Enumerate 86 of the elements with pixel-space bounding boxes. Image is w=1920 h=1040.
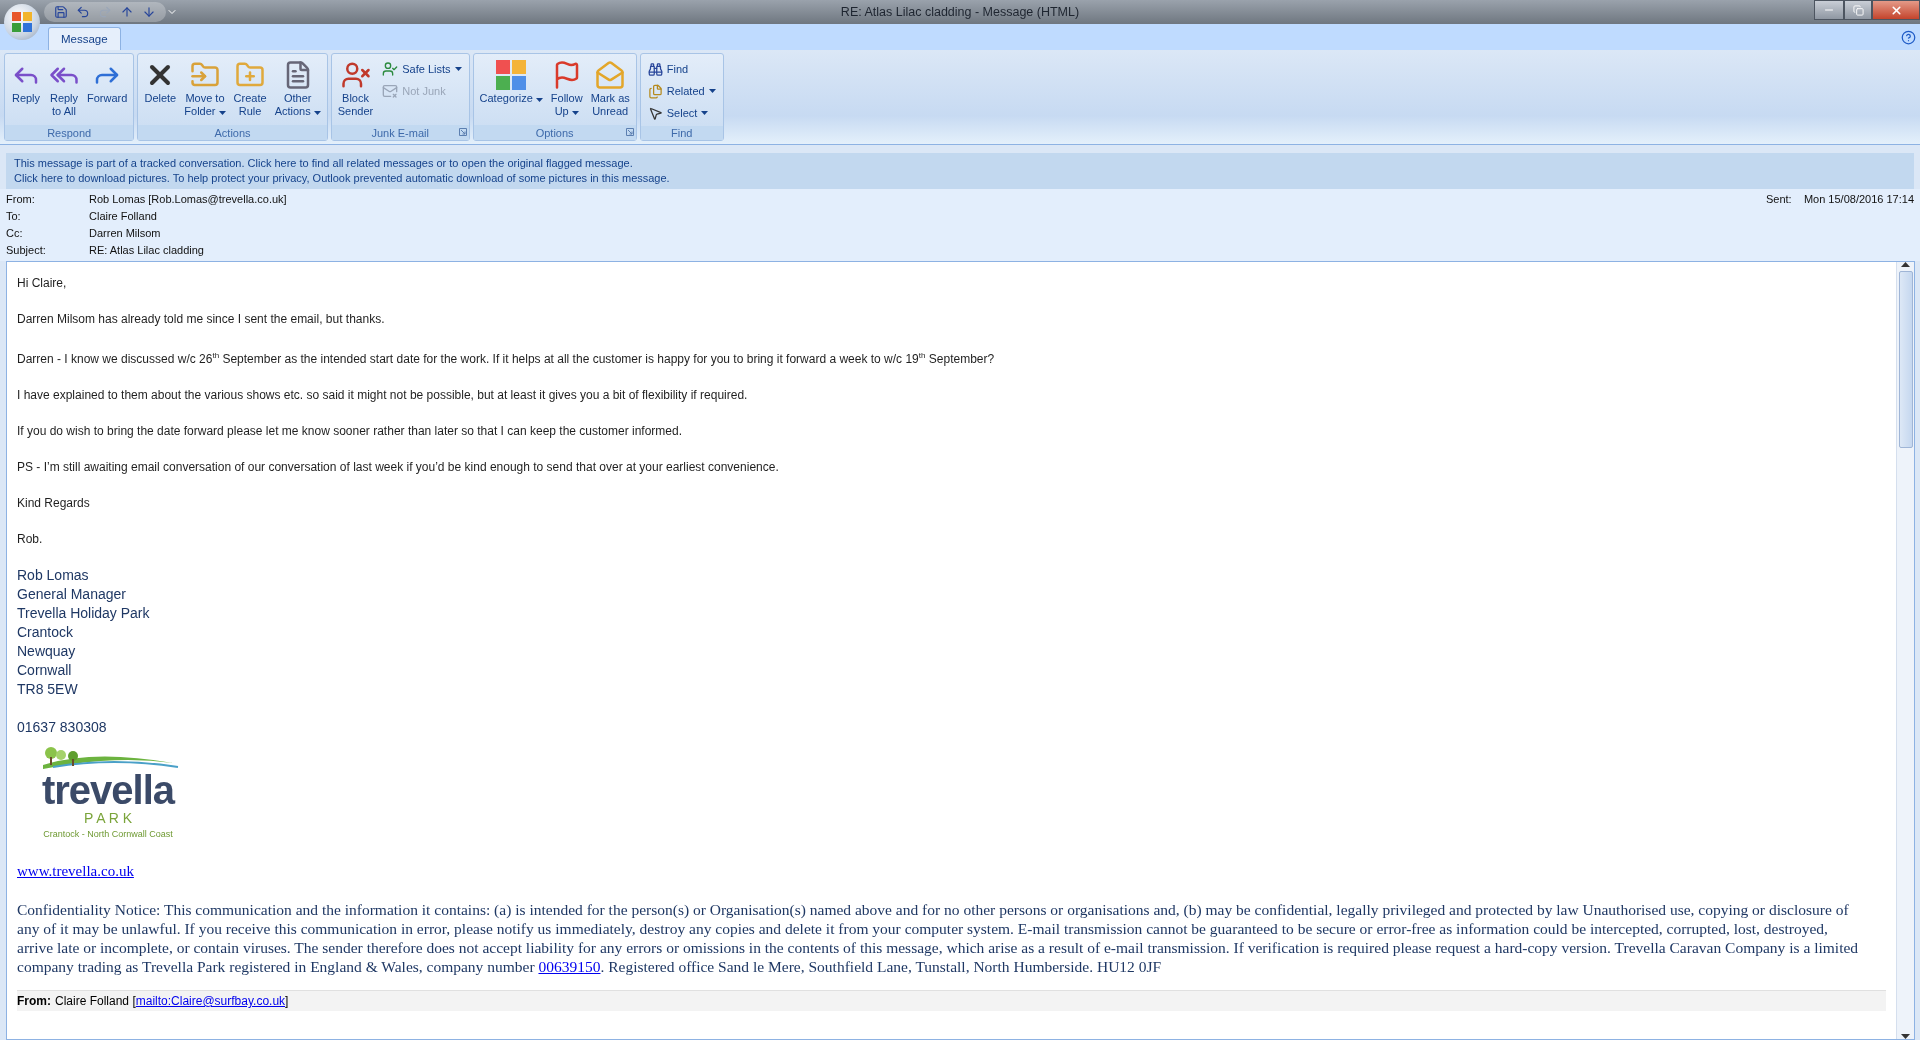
header-value: RE: Atlas Lilac cladding [89,243,205,258]
company-number-link[interactable]: 00639150 [538,958,601,975]
message-paragraph: I have explained to them about the various shows etc. so said it might not be possible, but at least it gives you a bit of flexibility if required. [17,387,749,404]
signature-line: Rob Lomas [17,566,90,585]
close-icon[interactable] [1872,0,1920,20]
pointer-icon [647,105,663,121]
ribbon-button[interactable]: Forward [84,56,131,123]
ribbon-button[interactable]: Other Actions [271,56,324,123]
signature-line: General Manager [17,585,127,604]
message-paragraph: If you do wish to bring the date forward please let me know sooner rather than later so that I can keep the customer informed. [17,423,684,440]
dialog-launcher-icon[interactable] [458,128,467,136]
ribbon-button[interactable]: Reply to All [46,56,82,123]
signature-line: Cornwall [17,661,73,680]
caret-icon [708,89,716,93]
save-icon[interactable] [54,5,68,19]
caret-icon [218,111,226,115]
caret-icon [313,111,321,115]
header-label: From: [6,192,36,207]
scroll-thumb[interactable] [1898,271,1913,448]
ribbon-button[interactable]: Create Rule [230,56,270,123]
ribbon-button[interactable]: Mark as Unread [587,56,633,123]
message-paragraph: PS - I’m still awaiting email conversation of our conversation of last week if you’d be kind enough to send that over at your earliest convenience. [17,459,780,476]
envelope-x-icon [382,83,399,99]
envelope-icon [595,60,626,90]
info-text[interactable]: Click here to download pictures. To help protect your privacy, Outlook prevented automatic download of some pictures in this message. [14,171,1906,186]
signature-line: TR8 5EW [17,680,79,699]
message-paragraph: Darren - I know we discussed w/c 26$^{th}$ September as the intended start date for the work. If it helps at all the customer is happy for you to bring it forward a week to w/c 19$^{th}$ September? [17,350,996,368]
logo-tagline: Crantock - North Cornwall Coast [43,828,173,841]
binoculars-icon [647,61,663,77]
dialog-launcher-icon[interactable] [625,128,634,136]
ribbon-button[interactable]: Block Sender [334,56,377,123]
message-paragraph: Rob. [17,531,44,548]
window-title: RE: Atlas Lilac cladding - Message (HTML) [840,5,1080,19]
confidentiality-notice: Confidentiality Notice: This communication and the information it contains: (a) is intended for the person(s) or Organisation(s) named above and for no other persons or organisations and, (b) may be confidential, legally privileged and protected by law Unauthorised use, copying or disclosure of any of it may be unlawful. If you receive this communication in error, please notify us immediately, destroy any copies and delete it from your computer system. E-mail transmission cannot be guaranteed to be secure or error-free as information could be intercepted, corrupted, lost, destroyed, arrive late or incomplete, or contain viruses. The sender therefore does not accept liability for any errors or omissions in the contents of this message, which arise as a result of e-mail transmission. If verification is required please request a hard-copy version. Trevella Caravan Company is a limited company trading as Trevella Park registered in England & Wales, company number 00639150. Registered office Sand le Mere, Southfield Lane, Tunstall, North Humberside. HU12 0JF [17,900,1860,976]
header-label: Cc: [6,226,24,241]
ribbon-button[interactable]: Delete [141,56,180,123]
header-value: Darren Milsom [89,226,162,241]
ribbon-button[interactable]: Categorize [476,56,546,123]
help-icon[interactable] [1901,29,1916,45]
group-label: Actions [214,126,251,139]
user-check-icon [382,61,399,77]
group-label: Options [535,126,574,139]
color-grid-icon [495,59,528,91]
header-label: Subject: [6,243,47,258]
ribbon-button[interactable]: Find [643,58,720,80]
message-paragraph: Hi Claire, [17,275,68,292]
ribbon-tab[interactable]: Message [48,27,121,50]
message-paragraph: Darren Milsom has already told me since I sent the email, but thanks. [17,311,386,328]
ribbon-button[interactable]: Reply [8,56,44,123]
caret-icon [701,111,709,115]
caret-icon [571,111,579,115]
info-text[interactable]: This message is part of a tracked conversation. Click here to find all related messages or to open the original flagged message. [14,156,1906,171]
group-label: Junk E-mail [371,126,429,139]
signature-line: Newquay [17,642,77,661]
caret-icon [454,67,462,71]
office-logo-icon [11,11,33,33]
office-button[interactable] [4,4,40,40]
scrollbar[interactable] [1896,262,1914,1039]
ribbon-button[interactable]: Related [643,80,720,102]
info-bar[interactable] [6,153,1914,189]
header-value: Claire Folland [89,209,158,224]
signature-line: Trevella Holiday Park [17,604,151,623]
header-value: Rob Lomas [Rob.Lomas@trevella.co.uk] [89,192,288,207]
quoted-label: From: [17,994,51,1008]
caret-icon [535,98,543,102]
group-label: Respond [47,126,92,139]
restore-icon[interactable] [1844,0,1872,20]
logo-subtitle: P A R K [84,809,132,827]
ribbon-button[interactable]: Follow Up [547,56,586,123]
header-label: To: [6,209,22,224]
quoted-sender: Claire Folland [mailto:Claire@surfbay.co.uk] [55,994,289,1008]
blocked-user-icon [340,60,371,90]
documents-icon [647,83,663,99]
signature-line: Crantock [17,623,75,642]
sent-date: Sent: Mon 15/08/2016 17:14 [1766,192,1914,207]
message-paragraph: Kind Regards [17,495,91,512]
group-label: Find [671,127,693,139]
minimize-icon[interactable] [1814,0,1844,20]
website-link[interactable]: www.trevella.co.uk [17,863,134,880]
ribbon-button[interactable]: Select [643,102,720,124]
phone-number: 01637 830308 [17,718,108,737]
logo-name: trevella [41,771,175,809]
ribbon-button[interactable]: Move to Folder [181,56,229,123]
scroll-down-icon[interactable] [1901,1034,1910,1039]
undo-icon[interactable] [76,5,90,19]
ribbon-button[interactable]: Safe Lists [378,58,466,80]
